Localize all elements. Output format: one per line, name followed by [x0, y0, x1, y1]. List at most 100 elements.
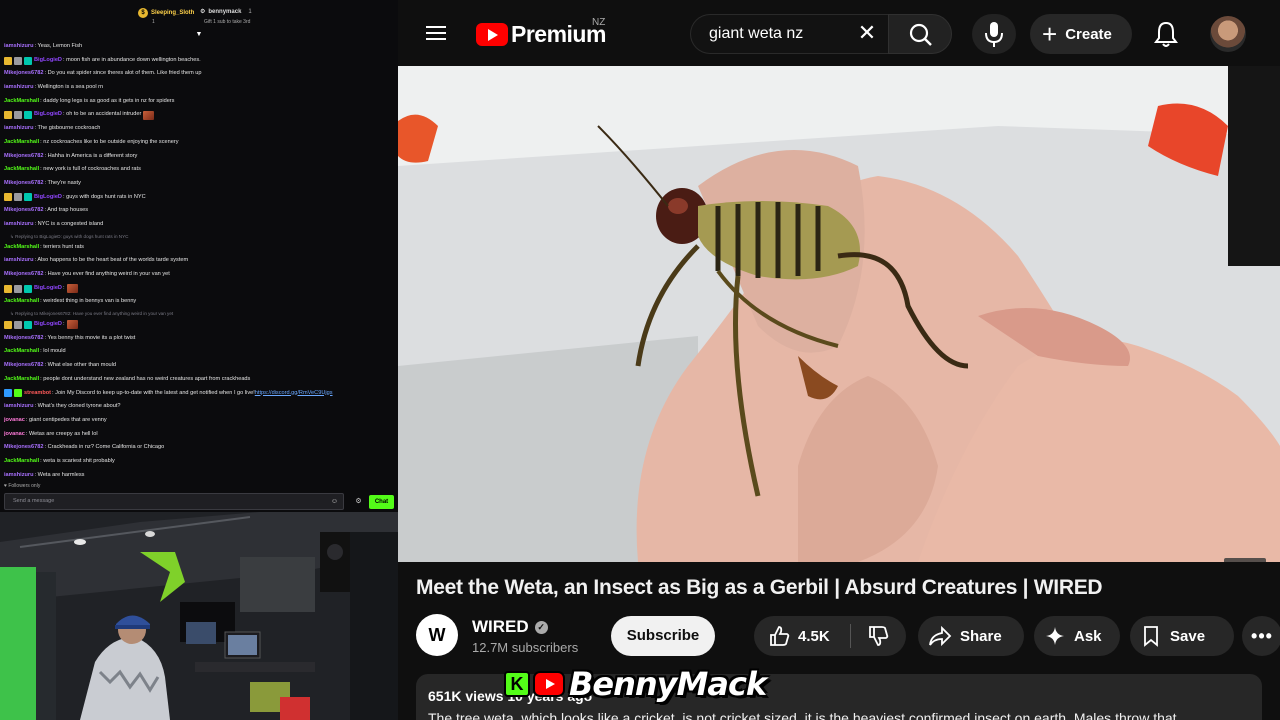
chat-username[interactable]: JackMarshall [4, 373, 39, 387]
chat-message-text: : weta is scariest shit probably [40, 457, 115, 464]
save-label: Save [1170, 627, 1206, 645]
chat-username[interactable]: JackMarshall [4, 95, 39, 109]
chat-username[interactable]: jovanac [4, 428, 25, 442]
save-button[interactable]: Save [1130, 616, 1234, 656]
search-button[interactable] [888, 14, 952, 54]
subscribe-button[interactable]: Subscribe [611, 616, 715, 656]
chat-username[interactable]: BigLogieD [34, 54, 62, 68]
wired-watermark-icon[interactable]: W [1224, 558, 1266, 562]
chat-username[interactable]: Mikejones6782 [4, 177, 44, 191]
chat-link[interactable]: https://discord.gg/RmVeC9Ujgs [255, 387, 333, 401]
chat-message: iamshizuru: Also happens to be the heart… [4, 254, 396, 268]
more-options-icon[interactable]: ••• [1242, 616, 1280, 656]
chat-message: Mikejones6782: They're nasty [4, 177, 396, 191]
chat-message-text: : What's they cloned tyrone about? [34, 403, 121, 410]
gift-sub-note: Gift 1 sub to take 3rd [204, 19, 251, 25]
thumbs-up-icon [770, 626, 790, 646]
chat-message: jovanac: giant centipedes that are venny [4, 414, 396, 428]
dislike-button[interactable] [851, 616, 905, 656]
chat-input[interactable]: Send a message [4, 493, 344, 510]
chat-username[interactable]: JackMarshall [4, 136, 39, 150]
chat-username[interactable]: Mikejones6782 [4, 268, 44, 282]
share-button[interactable]: Share [918, 616, 1024, 656]
user-badge-icon [14, 193, 22, 202]
create-button[interactable]: + Create [1030, 14, 1132, 54]
chat-username[interactable]: Mikejones6782 [4, 359, 44, 373]
chat-username[interactable]: BigLogieD [34, 318, 62, 332]
chat-username[interactable]: BigLogieD [34, 108, 62, 122]
chat-message: Mikejones6782: Yes benny this movie its … [4, 332, 396, 346]
sparkle-icon [1046, 627, 1064, 645]
chat-username[interactable]: iamshizuru [4, 218, 34, 232]
chat-message: BigLogieD: moon fish are in abundance do… [4, 54, 396, 68]
clear-search-icon[interactable]: ✕ [856, 22, 878, 44]
top-gifter-count: 1 [152, 19, 155, 25]
emoji-icon[interactable]: ☺ [330, 497, 339, 506]
emote-icon [66, 320, 78, 330]
gear-icon[interactable]: ⚙ [354, 497, 363, 506]
user-badge-icon [4, 111, 12, 120]
chat-username[interactable]: JackMarshall [4, 295, 39, 309]
chat-message-text: : Yes benny this movie its a plot twist [44, 334, 136, 341]
chat-username[interactable]: iamshizuru [4, 40, 34, 54]
account-avatar[interactable] [1210, 16, 1246, 52]
voice-search-button[interactable] [972, 14, 1016, 54]
chat-message-text: : Also happens to be the heart beat of t… [34, 257, 189, 264]
ask-button[interactable]: Ask [1034, 616, 1120, 656]
chat-username[interactable]: iamshizuru [4, 81, 34, 95]
youtube-logo[interactable]: Premium [476, 20, 606, 48]
chat-username[interactable]: Mikejones6782 [4, 332, 44, 346]
user-badge-icon [14, 320, 22, 329]
hamburger-menu-icon[interactable] [424, 22, 448, 46]
chat-message-text: : Wetas are creepy as hell lol [25, 430, 98, 437]
chat-message-text: : giant centipedes that are venny [25, 416, 107, 423]
webcam-image [0, 512, 398, 720]
chat-username[interactable]: Mikejones6782 [4, 150, 44, 164]
top-gifter-name: bennymack [208, 8, 242, 15]
chevron-down-icon[interactable]: ▼ [195, 31, 203, 38]
like-button[interactable]: 4.5K [754, 616, 850, 656]
chat-message-text: : new york is full of cockroaches and ra… [40, 166, 141, 173]
channel-name-row[interactable]: WIRED ✓ [472, 617, 548, 637]
chat-username[interactable]: iamshizuru [4, 254, 34, 268]
chat-message: BigLogieD: [4, 282, 396, 296]
chat-message-text: : NYC is a congested island [34, 220, 104, 227]
chat-username[interactable]: JackMarshall [4, 345, 39, 359]
chat-message-text: : The gisbourne cockroach [34, 125, 101, 132]
chat-username[interactable]: JackMarshall [4, 163, 39, 177]
chat-username[interactable]: iamshizuru [4, 122, 34, 136]
chat-username[interactable]: BigLogieD [34, 282, 62, 296]
chat-send-button[interactable]: Chat [369, 495, 394, 509]
chat-message-text: : Yeas, Lemon Fish [34, 43, 83, 49]
chat-message-text: : terriers hunt rats [40, 243, 84, 250]
chat-username[interactable]: Mikejones6782 [4, 441, 44, 455]
chat-message-text: : Join My Discord to keep up-to-date wit… [52, 389, 255, 396]
chat-username[interactable]: JackMarshall [4, 241, 39, 255]
chat-message: BigLogieD: [4, 318, 396, 332]
chat-message-text: : Hahha in America is a different story [44, 152, 138, 159]
chat-message-text: : They're nasty [44, 179, 81, 186]
chat-username[interactable]: streambot [24, 387, 51, 401]
top-gifter-1[interactable]: $ Sleeping_Sloth [138, 8, 194, 18]
streamer-name: BennyMack [569, 665, 767, 703]
chat-message: JackMarshall: weta is scariest shit prob… [4, 455, 396, 469]
microphone-icon [985, 22, 1003, 47]
chat-username[interactable]: BigLogieD [34, 191, 62, 205]
top-gifter-2[interactable]: ⚙ bennymack 1 [200, 8, 252, 16]
chat-message-text: : Wellington is a sea pool rn [34, 84, 104, 91]
notifications-button[interactable] [1153, 20, 1179, 48]
chat-username[interactable]: iamshizuru [4, 469, 34, 483]
chat-username[interactable]: jovanac [4, 414, 25, 428]
chat-username[interactable]: JackMarshall [4, 455, 39, 469]
channel-avatar[interactable]: W [416, 614, 458, 656]
chat-message-text: : And trap houses [44, 207, 89, 214]
youtube-play-icon [476, 22, 508, 46]
chat-message-text: : Crackheads in nz? Come California or C… [44, 444, 165, 451]
bell-icon [1154, 21, 1178, 47]
video-player[interactable]: W [398, 66, 1280, 562]
chat-username[interactable]: Mikejones6782 [4, 204, 44, 218]
plus-icon: + [1042, 19, 1058, 49]
chat-message-text: : [62, 321, 65, 328]
chat-username[interactable]: Mikejones6782 [4, 67, 44, 81]
chat-username[interactable]: iamshizuru [4, 400, 34, 414]
